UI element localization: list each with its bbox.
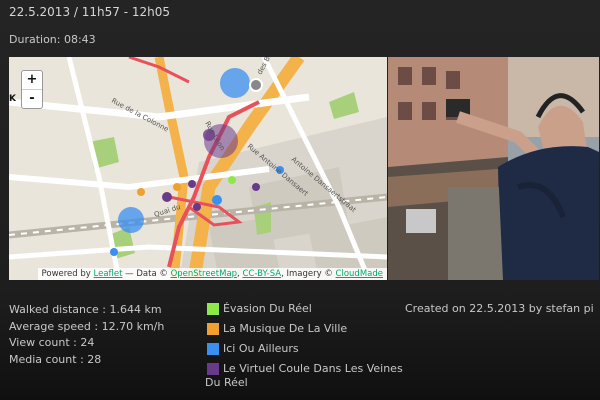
- map-tiles: Rue de la Colonne Rue Antoine Dansaert A…: [9, 57, 387, 280]
- legend-label: Ici Ou Ailleurs: [223, 342, 299, 355]
- zoom-out-button[interactable]: -: [22, 89, 42, 108]
- license-link[interactable]: CC-BY-SA: [242, 269, 281, 279]
- attribution-data: — Data ©: [122, 269, 168, 279]
- category-legend: Évasion Du Réel La Musique De La Ville I…: [205, 302, 405, 396]
- zoom-control: + -: [21, 70, 43, 109]
- cloudmade-link[interactable]: CloudMade: [336, 269, 383, 279]
- legend-item[interactable]: Évasion Du Réel: [205, 302, 405, 316]
- legend-label: Le Virtuel Coule Dans Les Veines Du Réel: [205, 362, 403, 389]
- legend-label: La Musique De La Ville: [223, 322, 348, 335]
- attribution-imagery: , Imagery ©: [281, 269, 333, 279]
- legend-label: Évasion Du Réel: [223, 302, 312, 315]
- leaflet-link[interactable]: Leaflet: [94, 269, 123, 279]
- attribution-prefix: Powered by: [41, 269, 91, 279]
- walk-stats: Walked distance : 1.644 km Average speed…: [9, 302, 164, 368]
- legend-swatch: [207, 323, 219, 335]
- osm-link[interactable]: OpenStreetMap: [171, 269, 237, 279]
- media-count: Media count : 28: [9, 352, 102, 366]
- walked-distance: Walked distance : 1.644 km: [9, 303, 162, 316]
- legend-swatch: [207, 343, 219, 355]
- legend-item[interactable]: La Musique De La Ville: [205, 322, 405, 336]
- map-attribution: Powered by Leaflet — Data © OpenStreetMa…: [37, 268, 387, 280]
- legend-item[interactable]: Ici Ou Ailleurs: [205, 342, 405, 356]
- zoom-in-button[interactable]: +: [22, 71, 42, 89]
- photo-image: [388, 57, 599, 280]
- route-map[interactable]: Rue de la Colonne Rue Antoine Dansaert A…: [9, 57, 387, 280]
- average-speed: Average speed : 12.70 km/h: [9, 319, 165, 333]
- legend-item[interactable]: Le Virtuel Coule Dans Les Veines Du Réel: [205, 362, 405, 390]
- created-info: Created on 22.5.2013 by stefan pi: [405, 302, 594, 315]
- legend-swatch: [207, 303, 219, 315]
- legend-swatch: [207, 363, 219, 375]
- walk-title: 22.5.2013 / 11h57 - 12h05: [9, 5, 170, 19]
- view-count: View count : 24: [9, 336, 95, 349]
- walk-duration: Duration: 08:43: [9, 33, 96, 46]
- map-edge-label: K: [9, 94, 16, 104]
- media-photo[interactable]: [388, 57, 599, 280]
